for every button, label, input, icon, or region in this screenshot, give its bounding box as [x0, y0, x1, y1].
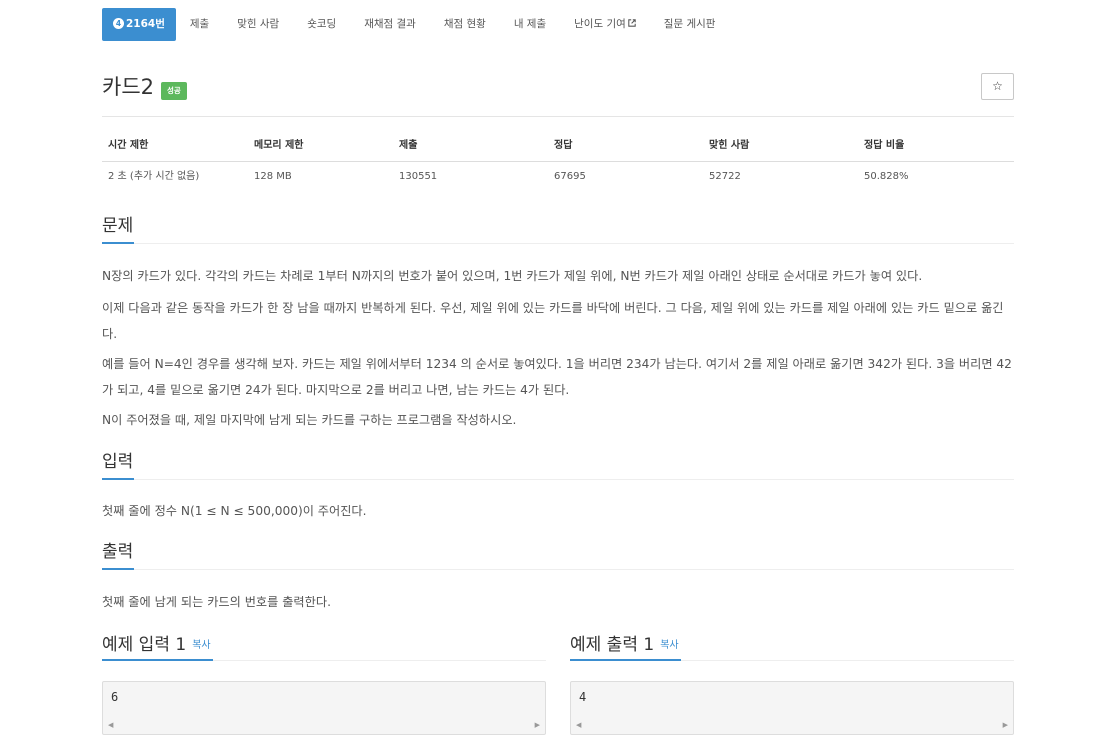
- problem-paragraph-2: 이제 다음과 같은 동작을 카드가 한 장 남을 때까지 반복하게 된다. 우선…: [102, 301, 1004, 341]
- tab-problem[interactable]: 4 2164번: [102, 8, 176, 41]
- divider: [102, 116, 1014, 117]
- sample-input-title: 예제 입력 1 복사: [102, 630, 211, 661]
- tab-difficulty-contribution[interactable]: 난이도 기여: [560, 8, 650, 41]
- header-accepted: 정답: [554, 140, 573, 151]
- accept-ratio-value: 50.828%: [864, 171, 909, 182]
- problem-paragraph-3: 예를 들어 N=4인 경우를 생각해 보자. 카드는 제일 위에서부터 1234…: [102, 357, 1012, 397]
- problem-paragraph-4: N이 주어졌을 때, 제일 마지막에 남게 되는 카드를 구하는 프로그램을 작…: [102, 413, 517, 427]
- sample-output-value: 4: [579, 690, 587, 704]
- input-description: 첫째 줄에 정수 N(1 ≤ N ≤ 500,000)이 주어진다.: [102, 504, 367, 518]
- output-section-title: 출력: [102, 542, 134, 562]
- header-accept-ratio: 정답 비율: [864, 140, 905, 151]
- favorite-button[interactable]: ☆: [981, 73, 1014, 100]
- header-submissions: 제출: [399, 140, 418, 151]
- tab-solved-users[interactable]: 맞힌 사람: [223, 8, 293, 41]
- tab-rejudge-results[interactable]: 재채점 결과: [350, 8, 430, 41]
- submissions-value: 130551: [399, 171, 438, 182]
- input-section-header: 입력: [102, 450, 1014, 480]
- scroll-left-icon[interactable]: ◀: [108, 721, 113, 729]
- problem-number: 2164번: [126, 18, 165, 30]
- problem-menu: 4 2164번 제출 맞힌 사람 숏코딩 재채점 결과 채점 현황 내 제출 난이…: [102, 8, 729, 41]
- section-accent: [102, 242, 134, 244]
- copy-sample-output-button[interactable]: 복사: [660, 640, 678, 651]
- section-accent: [570, 659, 681, 661]
- status-badge: 성공: [161, 82, 187, 100]
- problem-section-title: 문제: [102, 216, 134, 236]
- tab-submit[interactable]: 제출: [176, 8, 223, 41]
- tab-difficulty-label: 난이도 기여: [574, 18, 626, 30]
- copy-sample-input-button[interactable]: 복사: [192, 640, 210, 651]
- tab-judge-status[interactable]: 채점 현황: [430, 8, 500, 41]
- output-description: 첫째 줄에 남게 되는 카드의 번호를 출력한다.: [102, 595, 331, 609]
- input-section-title: 입력: [102, 452, 134, 472]
- solved-users-value: 52722: [709, 171, 741, 182]
- tier-badge: 4: [113, 18, 124, 29]
- title-row: 카드2 성공 ☆: [102, 72, 1014, 102]
- tab-short-coding[interactable]: 숏코딩: [293, 8, 350, 41]
- star-icon: ☆: [992, 79, 1003, 93]
- sample-input-box[interactable]: 6 ◀ ▶: [102, 681, 546, 735]
- sample-input-value: 6: [111, 690, 119, 704]
- tab-question-board[interactable]: 질문 게시판: [650, 8, 730, 41]
- scroll-right-icon[interactable]: ▶: [1003, 721, 1008, 729]
- scroll-right-icon[interactable]: ▶: [535, 721, 540, 729]
- section-accent: [102, 659, 213, 661]
- sample-output-label: 예제 출력 1: [570, 635, 655, 655]
- sample-input-label: 예제 입력 1: [102, 635, 187, 655]
- table-row: 2 초 (추가 시간 없음) 128 MB 130551 67695 52722…: [102, 162, 1014, 192]
- accepted-value: 67695: [554, 171, 586, 182]
- tab-my-submissions[interactable]: 내 제출: [500, 8, 560, 41]
- time-limit-value: 2 초 (추가 시간 없음): [108, 171, 200, 182]
- problem-section-header: 문제: [102, 214, 1014, 244]
- sample-output-box[interactable]: 4 ◀ ▶: [570, 681, 1014, 735]
- problem-info-table: 시간 제한 메모리 제한 제출 정답 맞힌 사람 정답 비율 2 초 (추가 시…: [102, 131, 1014, 192]
- sample-output-title: 예제 출력 1 복사: [570, 630, 679, 661]
- problem-paragraph-1: N장의 카드가 있다. 각각의 카드는 차례로 1부터 N까지의 번호가 붙어 …: [102, 269, 923, 283]
- table-header-row: 시간 제한 메모리 제한 제출 정답 맞힌 사람 정답 비율: [102, 131, 1014, 162]
- external-link-icon: [628, 19, 636, 27]
- page-title: 카드2: [102, 75, 155, 99]
- section-divider: [102, 569, 1014, 570]
- section-accent: [102, 568, 134, 570]
- header-memory-limit: 메모리 제한: [254, 140, 304, 151]
- header-solved-users: 맞힌 사람: [709, 140, 750, 151]
- section-divider: [102, 243, 1014, 244]
- section-accent: [102, 478, 134, 480]
- scroll-left-icon[interactable]: ◀: [576, 721, 581, 729]
- section-divider: [102, 479, 1014, 480]
- memory-limit-value: 128 MB: [254, 171, 292, 182]
- header-time-limit: 시간 제한: [108, 140, 149, 151]
- output-section-header: 출력: [102, 540, 1014, 570]
